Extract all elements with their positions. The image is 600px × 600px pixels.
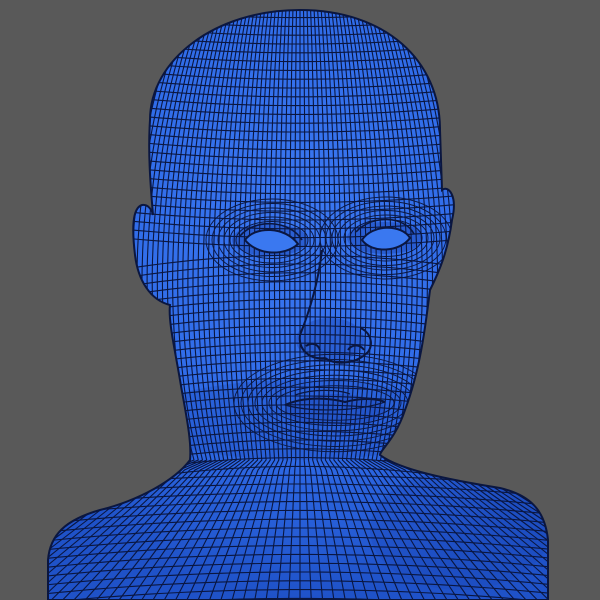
3d-viewport[interactable]	[0, 0, 600, 600]
mesh-wireframe-grid	[48, 10, 548, 600]
head-mesh-render	[47, 9, 549, 600]
